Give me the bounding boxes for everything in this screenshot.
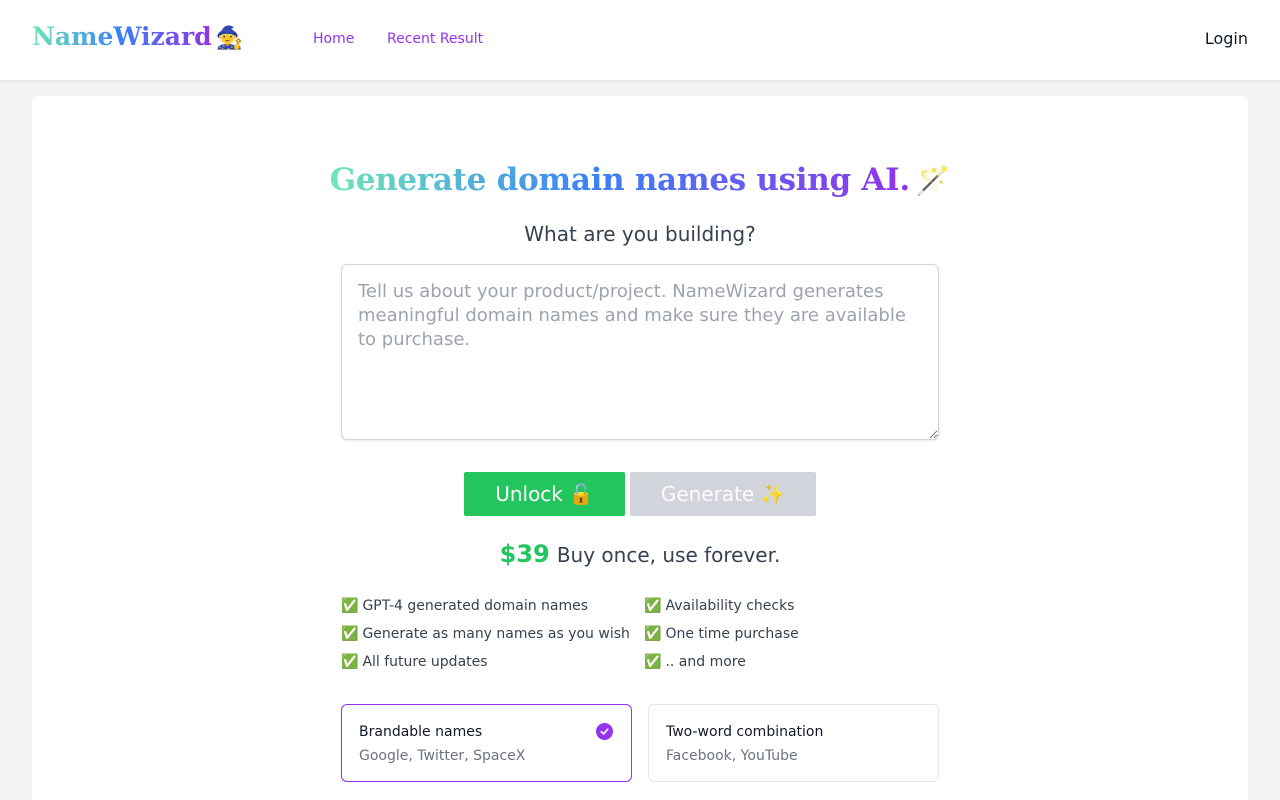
pricing-row: $39 Buy once, use forever. (0, 540, 1280, 568)
feature-list-left: ✅ GPT-4 generated domain names ✅ Generate … (341, 596, 630, 680)
check-icon: ✅ (341, 654, 359, 670)
price: $39 (499, 540, 550, 568)
feature-item: ✅ Availability checks (644, 596, 799, 624)
feature-item: ✅ Generate as many names as you wish (341, 624, 630, 652)
logo-text: NameWizard (32, 22, 212, 51)
project-description-input[interactable] (341, 264, 939, 440)
unlock-button[interactable]: Unlock 🔓 (464, 472, 625, 516)
login-link[interactable]: Login (1205, 29, 1248, 48)
option-title: Two-word combination (666, 724, 824, 740)
feature-item: ✅.. and more (644, 652, 799, 680)
feature-item: ✅ GPT-4 generated domain names (341, 596, 630, 624)
option-two-word-combination[interactable]: Two-word combination Facebook, YouTube (648, 704, 939, 782)
sparkles-icon: ✨ (760, 482, 786, 506)
feature-text: Generate as many names as you wish (362, 626, 630, 642)
unlock-icon: 🔓 (568, 482, 594, 506)
check-icon: ✅ (644, 598, 662, 614)
generate-button[interactable]: Generate ✨ (630, 472, 816, 516)
check-icon: ✅ (341, 598, 359, 614)
check-icon: ✅ (644, 654, 662, 670)
option-brandable-names[interactable]: Brandable names Google, Twitter, SpaceX (341, 704, 632, 782)
main-card (32, 96, 1248, 800)
feature-text: One time purchase (665, 626, 799, 642)
logo[interactable]: NameWizard 🧙 (32, 22, 243, 51)
option-description: Facebook, YouTube (666, 748, 798, 764)
generate-label: Generate (660, 482, 755, 506)
feature-item: ✅ One time purchase (644, 624, 799, 652)
page-title: Generate domain names using AI. 🪄 (0, 162, 1280, 198)
feature-list-right: ✅ Availability checks ✅ One time purchase … (644, 596, 799, 680)
feature-text: Availability checks (665, 598, 795, 614)
selected-check-icon (596, 723, 613, 740)
option-description: Google, Twitter, SpaceX (359, 748, 526, 764)
magic-wand-icon: 🪄 (915, 164, 951, 197)
feature-text: GPT-4 generated domain names (362, 598, 589, 614)
subheading: What are you building? (524, 222, 756, 246)
pricing-text: Buy once, use forever. (556, 543, 781, 567)
wizard-icon: 🧙 (215, 25, 243, 51)
top-navbar: NameWizard 🧙 Home Recent Result Login (0, 0, 1280, 80)
unlock-label: Unlock (495, 482, 563, 506)
feature-text: .. and more (665, 654, 746, 670)
headline-text: Generate domain names using AI. (329, 162, 911, 198)
check-icon: ✅ (341, 626, 359, 642)
check-icon: ✅ (644, 626, 662, 642)
nav-home-link[interactable]: Home (313, 31, 354, 47)
nav-recent-result-link[interactable]: Recent Result (387, 31, 483, 47)
option-title: Brandable names (359, 724, 483, 740)
feature-text: All future updates (362, 654, 488, 670)
feature-item: ✅ All future updates (341, 652, 630, 680)
